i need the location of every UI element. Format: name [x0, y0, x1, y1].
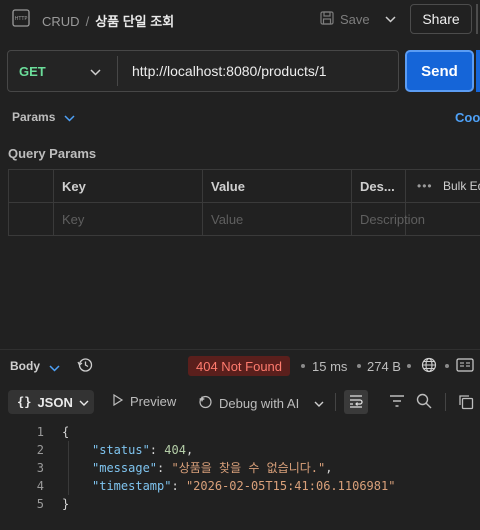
debug-with-ai-button[interactable]: Debug with AI — [198, 394, 299, 412]
breadcrumb-request-name[interactable]: 상품 단일 조회 — [95, 14, 174, 29]
breadcrumb-separator: / — [85, 14, 90, 29]
code-line: 1{ — [0, 423, 480, 441]
status-badge[interactable]: 404 Not Found — [188, 356, 291, 376]
json-colon: : — [157, 461, 172, 475]
response-format-select[interactable]: {} JSON — [8, 390, 94, 414]
response-body-code[interactable]: 1{2 "status": 404, 3 "message": "상품을 찾을 수 없… — [0, 423, 480, 513]
response-divider — [0, 349, 480, 350]
method-select[interactable]: GET — [19, 64, 46, 79]
response-format-label: JSON — [37, 394, 73, 410]
param-description-input[interactable]: Description — [360, 212, 425, 227]
column-header-key: Key — [62, 179, 86, 194]
json-braces-icon: {} — [17, 395, 32, 409]
query-params-title: Query Params — [8, 146, 97, 161]
response-size[interactable]: 274 B — [367, 359, 401, 374]
json-value: "상품을 찾을 수 없습니다." — [171, 461, 326, 475]
json-key: "status" — [92, 443, 150, 457]
send-button[interactable]: Send — [405, 50, 474, 92]
line-number: 1 — [36, 425, 44, 439]
svg-text:HTTP: HTTP — [15, 16, 28, 22]
bulk-edit-button[interactable]: Bulk Ed — [443, 179, 480, 193]
search-icon[interactable] — [416, 393, 432, 412]
play-icon — [112, 393, 124, 409]
params-dropdown[interactable]: Params — [12, 110, 55, 124]
line-number: 3 — [36, 461, 44, 475]
http-request-icon: HTTP — [12, 9, 30, 27]
toolbar-divider — [335, 393, 336, 411]
globe-icon[interactable] — [421, 357, 437, 376]
preview-label: Preview — [130, 394, 177, 409]
table-column-divider — [351, 169, 352, 236]
json-comma: , — [185, 443, 194, 457]
column-header-description: Des... — [360, 179, 395, 194]
method-url-divider — [117, 56, 118, 86]
column-header-value: Value — [211, 179, 245, 194]
response-time[interactable]: 15 ms — [312, 359, 347, 374]
code-line: 5} — [0, 495, 480, 513]
json-key: "message" — [92, 461, 158, 475]
separator-dot — [445, 364, 449, 368]
param-key-input[interactable]: Key — [62, 212, 84, 227]
json-value: 404 — [164, 443, 186, 457]
breadcrumb-collection[interactable]: CRUD — [42, 14, 80, 29]
code-content: } — [62, 497, 70, 511]
separator-dot — [301, 364, 305, 368]
send-options-button[interactable] — [476, 50, 480, 92]
wrap-lines-button[interactable] — [344, 390, 368, 414]
line-number: 4 — [36, 479, 44, 493]
save-label: Save — [340, 11, 370, 27]
header-edge-divider — [476, 4, 478, 34]
code-content: { — [62, 425, 70, 439]
code-line: 3 "message": "상품을 찾을 수 없습니다.", — [0, 459, 480, 477]
cookies-link[interactable]: Cook — [455, 110, 480, 125]
line-number: 2 — [36, 443, 44, 457]
save-icon — [320, 10, 334, 28]
code-content: "timestamp": "2026-02-05T15:41:06.110698… — [92, 477, 395, 495]
wrap-lines-icon — [348, 394, 364, 411]
column-options-icon[interactable]: ••• — [417, 179, 433, 193]
filter-icon[interactable] — [389, 394, 405, 411]
history-icon[interactable] — [77, 357, 93, 376]
table-row-divider — [8, 202, 480, 203]
code-content: "message": "상품을 찾을 수 없습니다.", — [92, 459, 332, 477]
response-body-dropdown[interactable]: Body — [10, 359, 40, 373]
url-input[interactable]: http://localhost:8080/products/1 — [132, 63, 327, 79]
line-number: 5 — [36, 497, 44, 511]
params-chevron-down-icon[interactable] — [64, 110, 75, 125]
body-chevron-down-icon[interactable] — [49, 360, 60, 375]
json-value: "2026-02-05T15:41:06.1106981" — [185, 479, 396, 493]
json-colon: : — [149, 443, 165, 457]
separator-dot — [357, 364, 361, 368]
table-column-divider — [202, 169, 203, 236]
code-content: "status": 404, — [92, 441, 193, 459]
table-column-divider — [53, 169, 54, 236]
debug-label: Debug with AI — [219, 395, 300, 411]
json-comma: , — [325, 461, 333, 475]
ai-sparkle-icon — [198, 394, 213, 412]
save-options-chevron-down-icon[interactable] — [380, 8, 400, 30]
debug-chevron-down-icon[interactable] — [314, 396, 324, 411]
json-colon: : — [171, 479, 186, 493]
save-button[interactable]: Save — [320, 8, 370, 30]
toolbar-divider — [445, 393, 446, 411]
code-line: 4 "timestamp": "2026-02-05T15:41:06.11069… — [0, 477, 480, 495]
json-key: "timestamp" — [92, 479, 172, 493]
copy-icon[interactable] — [458, 394, 474, 413]
share-button[interactable]: Share — [410, 4, 472, 34]
format-chevron-down-icon — [79, 395, 89, 410]
separator-dot — [407, 364, 411, 368]
breadcrumb: CRUD / 상품 단일 조회 — [42, 11, 174, 30]
preview-button[interactable]: Preview — [112, 393, 177, 409]
save-response-icon[interactable] — [456, 357, 474, 376]
code-line: 2 "status": 404, — [0, 441, 480, 459]
param-value-input[interactable]: Value — [211, 212, 243, 227]
method-chevron-down-icon[interactable] — [90, 64, 101, 79]
